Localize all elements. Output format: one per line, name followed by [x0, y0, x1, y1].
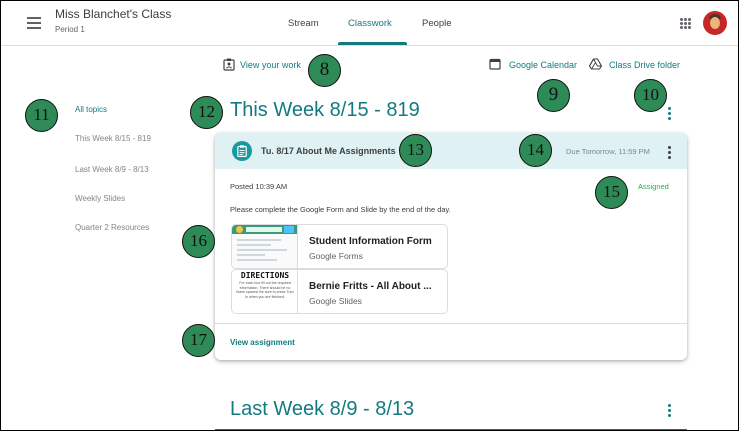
assignment-kebab-icon[interactable] [668, 146, 671, 161]
status-badge: Assigned [638, 182, 669, 191]
thumbnail-text: For each box fill out the required infor… [236, 281, 294, 299]
callout-15: 15 [595, 176, 628, 209]
active-tab-indicator [338, 42, 407, 45]
classroom-page: Miss Blanchet's Class Period 1 Stream Cl… [0, 0, 739, 431]
assignment-icon [232, 141, 252, 161]
view-your-work-link[interactable]: View your work [240, 60, 301, 70]
callout-14: 14 [519, 134, 552, 167]
tab-classwork[interactable]: Classwork [348, 18, 392, 29]
sidebar-item-last-week[interactable]: Last Week 8/9 - 8/13 [75, 165, 149, 174]
assignment-title[interactable]: Tu. 8/17 About Me Assignments [261, 146, 396, 156]
calendar-icon [489, 58, 501, 70]
attachment-title[interactable]: Bernie Fritts - All About ... [309, 281, 432, 292]
class-period: Period 1 [55, 25, 85, 34]
sidebar-item-all-topics[interactable]: All topics [75, 105, 107, 114]
card-divider [215, 323, 687, 324]
attachment-type: Google Slides [309, 296, 362, 306]
attachment-type: Google Forms [309, 251, 363, 261]
callout-12: 12 [190, 96, 223, 129]
due-date: Due Tomorrow, 11:59 PM [566, 147, 650, 156]
callout-16: 16 [182, 225, 215, 258]
avatar[interactable] [703, 11, 727, 35]
attachment-slides[interactable]: DIRECTIONS For each box fill out the req… [231, 269, 448, 314]
apps-icon[interactable] [680, 18, 691, 29]
top-app-bar: Miss Blanchet's Class Period 1 Stream Cl… [1, 1, 738, 46]
form-thumbnail [232, 225, 298, 268]
callout-13: 13 [399, 134, 432, 167]
topic-title: This Week 8/15 - 819 [230, 99, 420, 121]
callout-10: 10 [634, 79, 667, 112]
topic-kebab-icon[interactable] [668, 107, 671, 122]
topic-kebab-icon[interactable] [668, 404, 671, 419]
sidebar-item-weekly-slides[interactable]: Weekly Slides [75, 194, 125, 203]
assignment-card[interactable]: Tu. 8/17 About Me Assignments Due Tomorr… [215, 133, 687, 360]
drive-icon [589, 58, 602, 70]
sidebar-item-this-week[interactable]: This Week 8/15 - 819 [75, 134, 151, 143]
callout-11: 11 [25, 99, 58, 132]
slides-thumbnail: DIRECTIONS For each box fill out the req… [232, 270, 298, 313]
sidebar-item-quarter-2[interactable]: Quarter 2 Resources [75, 223, 149, 232]
assignment-card-header[interactable]: Tu. 8/17 About Me Assignments Due Tomorr… [215, 133, 687, 169]
thumbnail-heading: DIRECTIONS [240, 271, 290, 280]
google-calendar-link[interactable]: Google Calendar [509, 60, 577, 70]
posted-time: Posted 10:39 AM [230, 182, 288, 191]
tab-stream[interactable]: Stream [288, 18, 319, 29]
callout-8: 8 [308, 54, 341, 87]
view-assignment-link[interactable]: View assignment [230, 338, 295, 347]
menu-icon[interactable] [27, 17, 41, 29]
topic-title: Last Week 8/9 - 8/13 [230, 398, 415, 420]
class-name[interactable]: Miss Blanchet's Class [55, 7, 171, 21]
attachment-forms[interactable]: Student Information Form Google Forms [231, 224, 448, 269]
callout-17: 17 [182, 324, 215, 357]
tab-people[interactable]: People [422, 18, 452, 29]
assignment-instructions: Please complete the Google Form and Slid… [230, 205, 451, 214]
badge-icon [223, 58, 235, 71]
class-drive-folder-link[interactable]: Class Drive folder [609, 60, 680, 70]
callout-9: 9 [537, 79, 570, 112]
attachment-title[interactable]: Student Information Form [309, 236, 432, 247]
